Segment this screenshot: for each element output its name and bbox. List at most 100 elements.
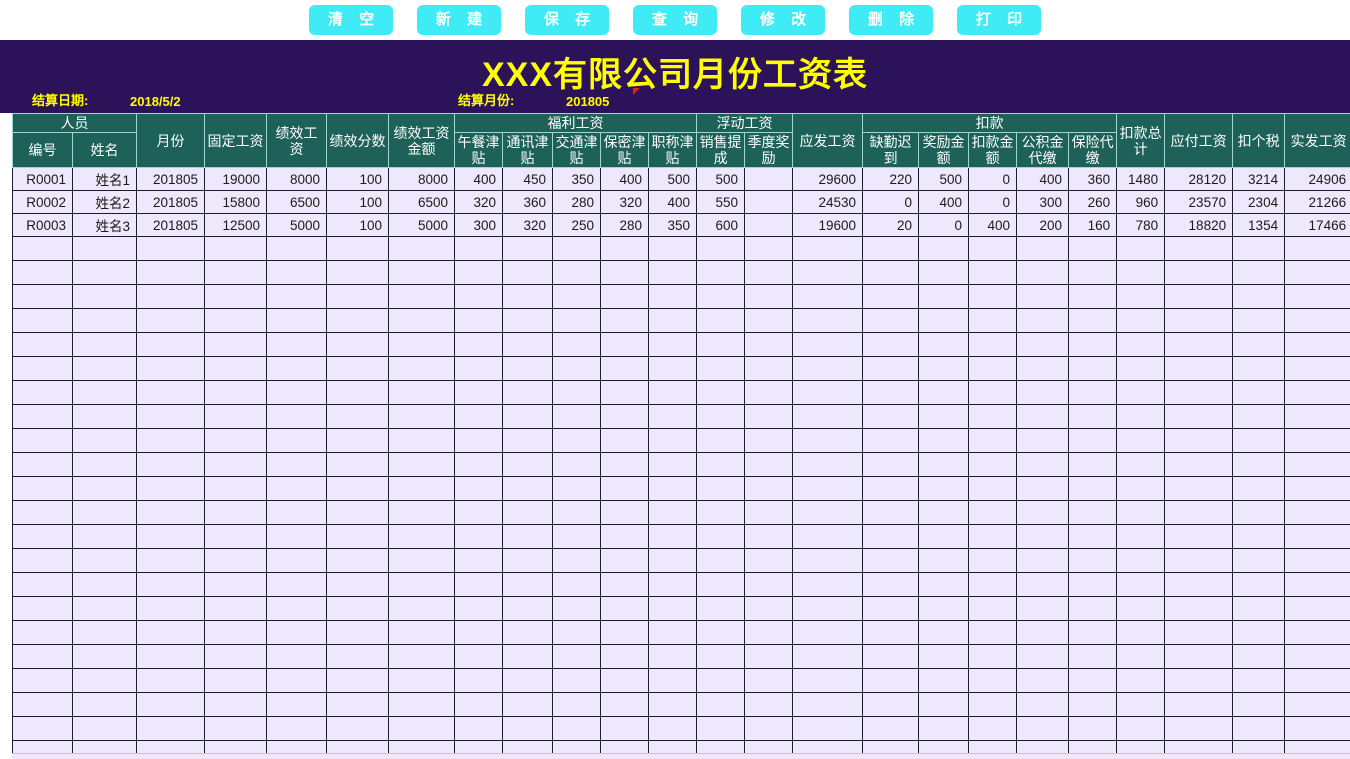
cell-empty[interactable] [388, 308, 455, 334]
cell-empty[interactable] [918, 308, 970, 334]
cell-empty[interactable] [968, 332, 1018, 358]
cell-empty[interactable] [388, 692, 455, 718]
cell-季度奖励[interactable] [744, 167, 794, 192]
cell-empty[interactable] [1016, 404, 1070, 430]
cell-empty[interactable] [1068, 284, 1118, 310]
cell-empty[interactable] [72, 596, 137, 622]
cell-empty[interactable] [600, 284, 649, 310]
cell-empty[interactable] [647, 284, 698, 310]
cell-empty[interactable] [204, 380, 267, 406]
cell-empty[interactable] [72, 668, 137, 694]
cell-empty[interactable] [1232, 260, 1286, 286]
cell-姓名[interactable]: 姓名1 [72, 167, 137, 192]
cell-empty[interactable] [744, 452, 794, 478]
cell-午餐津贴[interactable]: 400 [454, 167, 503, 192]
cell-empty[interactable] [136, 500, 205, 526]
cell-empty[interactable] [792, 404, 864, 430]
cell-empty[interactable] [12, 452, 73, 478]
cell-empty[interactable] [744, 572, 794, 598]
cell-empty[interactable] [266, 548, 327, 574]
table-row-empty[interactable] [12, 596, 1350, 622]
cell-empty[interactable] [696, 332, 746, 358]
cell-empty[interactable] [454, 380, 503, 406]
cell-empty[interactable] [552, 284, 601, 310]
cell-月份[interactable]: 201805 [136, 167, 205, 192]
cell-empty[interactable] [647, 644, 698, 670]
cell-绩效工资[interactable]: 5000 [266, 213, 327, 238]
cell-empty[interactable] [1116, 500, 1166, 526]
cell-empty[interactable] [552, 644, 601, 670]
cell-empty[interactable] [388, 668, 455, 694]
cell-empty[interactable] [1164, 236, 1234, 262]
cell-empty[interactable] [502, 500, 553, 526]
cell-保险代缴[interactable]: 360 [1068, 167, 1118, 192]
cell-empty[interactable] [918, 692, 970, 718]
cell-empty[interactable] [72, 572, 137, 598]
cell-empty[interactable] [204, 428, 267, 454]
cell-empty[interactable] [744, 284, 794, 310]
cell-empty[interactable] [1284, 644, 1350, 670]
cell-empty[interactable] [502, 236, 553, 262]
cell-empty[interactable] [388, 356, 455, 382]
cell-empty[interactable] [1284, 356, 1350, 382]
cell-empty[interactable] [647, 548, 698, 574]
cell-empty[interactable] [1164, 308, 1234, 334]
cell-empty[interactable] [136, 284, 205, 310]
cell-empty[interactable] [1164, 428, 1234, 454]
cell-empty[interactable] [744, 524, 794, 550]
cell-empty[interactable] [862, 308, 920, 334]
table-row-empty[interactable] [12, 332, 1350, 358]
cell-empty[interactable] [1116, 404, 1166, 430]
cell-empty[interactable] [12, 500, 73, 526]
cell-empty[interactable] [792, 620, 864, 646]
cell-empty[interactable] [918, 644, 970, 670]
cell-empty[interactable] [1284, 620, 1350, 646]
cell-empty[interactable] [1016, 716, 1070, 742]
cell-empty[interactable] [388, 644, 455, 670]
cell-empty[interactable] [1068, 476, 1118, 502]
cell-empty[interactable] [12, 380, 73, 406]
cell-empty[interactable] [1016, 596, 1070, 622]
cell-empty[interactable] [792, 236, 864, 262]
cell-empty[interactable] [1068, 356, 1118, 382]
cell-empty[interactable] [792, 260, 864, 286]
cell-empty[interactable] [204, 716, 267, 742]
cell-empty[interactable] [1068, 452, 1118, 478]
cell-奖励金额[interactable]: 500 [918, 167, 970, 192]
cell-empty[interactable] [1232, 548, 1286, 574]
cell-empty[interactable] [744, 548, 794, 574]
cell-empty[interactable] [326, 428, 389, 454]
cell-empty[interactable] [326, 404, 389, 430]
cell-empty[interactable] [1016, 548, 1070, 574]
cell-empty[interactable] [862, 380, 920, 406]
cell-empty[interactable] [1232, 284, 1286, 310]
cell-empty[interactable] [1284, 572, 1350, 598]
cell-empty[interactable] [1284, 404, 1350, 430]
cell-empty[interactable] [744, 716, 794, 742]
cell-扣款总计[interactable]: 780 [1116, 213, 1166, 238]
cell-empty[interactable] [204, 524, 267, 550]
cell-empty[interactable] [326, 236, 389, 262]
cell-empty[interactable] [136, 668, 205, 694]
cell-empty[interactable] [454, 404, 503, 430]
cell-empty[interactable] [204, 548, 267, 574]
cell-empty[interactable] [326, 476, 389, 502]
cell-empty[interactable] [266, 572, 327, 598]
cell-empty[interactable] [454, 596, 503, 622]
cell-empty[interactable] [1016, 476, 1070, 502]
cell-empty[interactable] [862, 572, 920, 598]
cell-empty[interactable] [454, 356, 503, 382]
cell-empty[interactable] [454, 572, 503, 598]
cell-empty[interactable] [388, 284, 455, 310]
cell-季度奖励[interactable] [744, 213, 794, 238]
table-row-empty[interactable] [12, 404, 1350, 430]
cell-empty[interactable] [266, 596, 327, 622]
cell-empty[interactable] [862, 500, 920, 526]
cell-empty[interactable] [1232, 356, 1286, 382]
cell-empty[interactable] [552, 572, 601, 598]
cell-empty[interactable] [600, 620, 649, 646]
cell-实发工资[interactable]: 21266 [1284, 190, 1350, 215]
cell-empty[interactable] [1068, 572, 1118, 598]
cell-empty[interactable] [1164, 524, 1234, 550]
cell-empty[interactable] [326, 692, 389, 718]
